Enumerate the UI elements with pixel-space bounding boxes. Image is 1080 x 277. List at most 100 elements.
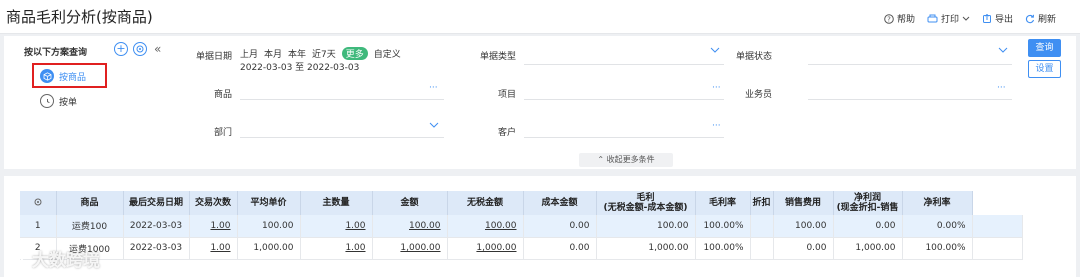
chevron-down-icon: [962, 16, 970, 21]
chevron-down-icon[interactable]: [429, 122, 439, 129]
date-option[interactable]: 近7天: [312, 47, 336, 60]
chevron-down-icon[interactable]: [998, 47, 1008, 54]
date-option-active[interactable]: 更多: [341, 47, 368, 60]
refresh-label: 刷新: [1037, 15, 1056, 25]
column-header[interactable]: 交易次数: [189, 191, 238, 215]
more-icon[interactable]: ···: [712, 121, 721, 131]
cube-icon: [40, 69, 54, 83]
cell-amount-link[interactable]: 100.00: [372, 215, 448, 238]
cell-gross-rate: 100.00%: [695, 237, 751, 260]
department-label: 部门: [213, 128, 232, 138]
column-header[interactable]: 成本金额: [523, 191, 597, 215]
date-option[interactable]: 本月: [264, 47, 282, 60]
bill-status-select[interactable]: [808, 64, 1012, 65]
date-quick-options: 上月 本月 本年 近7天 更多 自定义: [240, 47, 401, 60]
export-button[interactable]: 导出: [982, 12, 1013, 25]
cell-discount: [750, 237, 774, 260]
refresh-button[interactable]: 刷新: [1025, 12, 1056, 25]
more-icon[interactable]: ···: [712, 83, 721, 93]
double-chevron-up-icon: ⌃: [597, 155, 605, 164]
column-header[interactable]: 主数量: [300, 191, 373, 215]
query-button[interactable]: 查询: [1028, 39, 1061, 57]
bill-status-label: 单据状态: [735, 52, 772, 62]
cell-gross: 1,000.00: [596, 237, 696, 260]
filter-panel: 按以下方案查询 + « 按商品 按单 单据日期 上月 本月 本年 近7天 更多 …: [4, 36, 1076, 169]
column-settings-button[interactable]: [20, 191, 57, 215]
watermark: 大数跨境: [6, 246, 100, 271]
scheme-settings-button[interactable]: [133, 42, 147, 56]
cell-count-link[interactable]: 1.00: [189, 215, 238, 238]
table-row[interactable]: 2 运费1000 2022-03-03 1.00 1,000.00 1.00 1…: [20, 237, 1023, 260]
cell-untaxed-link[interactable]: 1,000.00: [447, 237, 524, 260]
print-button[interactable]: 打印: [927, 12, 970, 25]
collapse-panel-button[interactable]: «: [154, 42, 161, 56]
customer-input[interactable]: [524, 137, 724, 138]
cell-amount-link[interactable]: 1,000.00: [372, 237, 448, 260]
settings-button[interactable]: 设置: [1028, 60, 1061, 78]
cell-qty-link[interactable]: 1.00: [300, 215, 373, 238]
scheme-item-by-bill[interactable]: 按单: [40, 94, 77, 108]
salesperson-label: 业务员: [744, 90, 772, 100]
chevron-down-icon[interactable]: [710, 47, 720, 54]
project-input[interactable]: [524, 99, 724, 100]
column-header[interactable]: 净利率: [902, 191, 973, 215]
column-header[interactable]: 销售费用: [773, 191, 834, 215]
date-option[interactable]: 本年: [288, 47, 306, 60]
gear-icon: [34, 198, 42, 205]
cell-cost: 0.00: [523, 215, 597, 238]
collapse-more-label: 收起更多条件: [606, 155, 655, 164]
cell-qty-link[interactable]: 1.00: [300, 237, 373, 260]
export-label: 导出: [994, 15, 1013, 25]
department-select[interactable]: [240, 137, 444, 138]
scheme-item-by-product[interactable]: 按商品: [40, 69, 86, 83]
cell-date: 2022-03-03: [123, 215, 190, 238]
watermark-logo-icon: [7, 250, 23, 267]
help-icon: ?: [884, 13, 894, 24]
cell-gross-rate: 100.00%: [695, 215, 751, 238]
date-option[interactable]: 上月: [240, 47, 258, 60]
salesperson-input[interactable]: [808, 99, 1012, 100]
print-label: 打印: [940, 15, 959, 25]
cell-avg-price: 1,000.00: [237, 237, 301, 260]
help-button[interactable]: ? 帮助: [884, 12, 915, 25]
watermark-text: 大数跨境: [32, 251, 100, 271]
cell-date: 2022-03-03: [123, 237, 190, 260]
more-icon[interactable]: ···: [997, 83, 1006, 93]
scheme-title: 按以下方案查询: [24, 48, 88, 58]
bill-date-label: 单据日期: [195, 52, 232, 62]
cell-net-rate: 0.00%: [902, 215, 973, 238]
column-header[interactable]: 毛利率: [695, 191, 751, 215]
cell-empty: [972, 237, 1023, 260]
column-header[interactable]: 平均单价: [237, 191, 301, 215]
add-scheme-button[interactable]: +: [114, 42, 128, 56]
help-label: 帮助: [896, 15, 915, 25]
cell-untaxed-link[interactable]: 100.00: [447, 215, 524, 238]
more-icon[interactable]: ···: [429, 83, 438, 93]
refresh-icon: [1025, 14, 1035, 23]
title-bar: 商品毛利分析(按商品) ? 帮助 打印 导出 刷新: [0, 0, 1080, 34]
column-header[interactable]: 折扣: [750, 191, 774, 215]
row-index: 1: [20, 215, 57, 238]
date-range-value: 2022-03-03 至 2022-03-03: [240, 63, 360, 73]
bill-type-select[interactable]: [524, 64, 724, 65]
column-header[interactable]: 净利润 (现金折扣-销售: [833, 191, 903, 215]
scheme-item-label: 按单: [59, 97, 78, 108]
project-label: 项目: [497, 90, 516, 100]
product-input[interactable]: [240, 99, 444, 100]
cell-avg-price: 100.00: [237, 215, 301, 238]
cell-sales-fee: 0.00: [773, 237, 834, 260]
export-icon: [982, 13, 991, 23]
column-header[interactable]: 无税金额: [447, 191, 524, 215]
column-header[interactable]: 最后交易日期: [123, 191, 190, 215]
column-header[interactable]: 金额: [372, 191, 448, 215]
gear-icon: [136, 45, 144, 53]
cell-empty: [972, 215, 1023, 238]
cell-count-link[interactable]: 1.00: [189, 237, 238, 260]
column-header-title: 净利润: [853, 193, 881, 203]
cell-discount: [750, 215, 774, 238]
column-header[interactable]: 毛利 (无税金额-成本金额): [596, 191, 696, 215]
column-header[interactable]: 商品: [56, 191, 124, 215]
table-row[interactable]: 1 运费100 2022-03-03 1.00 100.00 1.00 100.…: [20, 215, 1023, 238]
date-option[interactable]: 自定义: [374, 47, 401, 60]
collapse-more-button[interactable]: ⌃ 收起更多条件: [579, 153, 673, 167]
